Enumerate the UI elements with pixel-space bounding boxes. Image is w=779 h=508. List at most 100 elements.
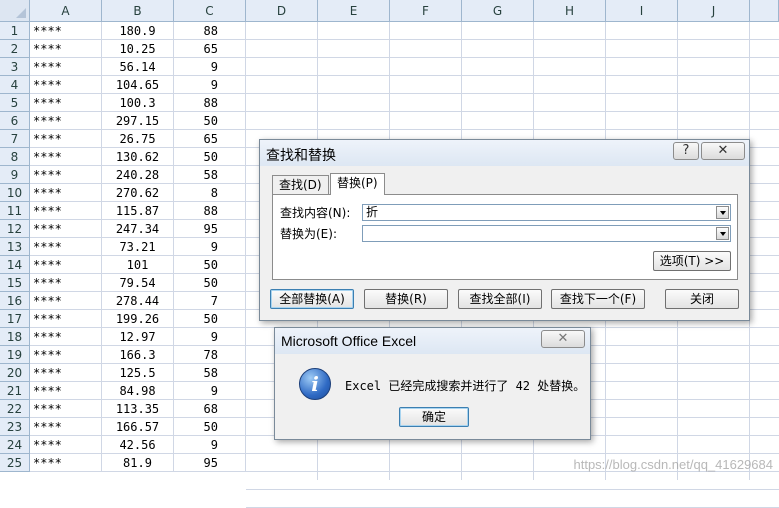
row-header[interactable]: 15 xyxy=(0,274,30,292)
cell-c[interactable]: 65 xyxy=(174,130,246,148)
cell-c[interactable]: 88 xyxy=(174,202,246,220)
row-header[interactable]: 21 xyxy=(0,382,30,400)
cell-a[interactable]: **** xyxy=(30,202,102,220)
cell-b[interactable]: 104.65 xyxy=(102,76,174,94)
cell-c[interactable]: 9 xyxy=(174,436,246,454)
cell-c[interactable]: 9 xyxy=(174,238,246,256)
column-header[interactable]: B xyxy=(102,0,174,22)
column-header[interactable]: H xyxy=(534,0,606,22)
cell-b[interactable]: 42.56 xyxy=(102,436,174,454)
cell-b[interactable]: 166.3 xyxy=(102,346,174,364)
column-header[interactable]: C xyxy=(174,0,246,22)
tab-replace[interactable]: 替换(P) xyxy=(330,173,385,195)
cell-c[interactable]: 58 xyxy=(174,166,246,184)
help-button[interactable]: ? xyxy=(673,142,699,160)
cell-b[interactable]: 101 xyxy=(102,256,174,274)
options-button[interactable]: 选项(T) >> xyxy=(653,251,731,271)
close-button[interactable]: 关闭 xyxy=(665,289,739,309)
row-header[interactable]: 13 xyxy=(0,238,30,256)
cell-b[interactable]: 199.26 xyxy=(102,310,174,328)
cell-b[interactable]: 166.57 xyxy=(102,418,174,436)
cell-a[interactable]: **** xyxy=(30,364,102,382)
find-replace-titlebar[interactable]: 查找和替换 ? ✕ xyxy=(260,140,749,166)
cell-a[interactable]: **** xyxy=(30,310,102,328)
find-dropdown-arrow-icon[interactable] xyxy=(716,206,729,219)
close-window-button[interactable]: ✕ xyxy=(701,142,745,160)
cell-b[interactable]: 240.28 xyxy=(102,166,174,184)
message-box-titlebar[interactable]: Microsoft Office Excel ✕ xyxy=(275,328,590,354)
row-header[interactable]: 17 xyxy=(0,310,30,328)
cell-a[interactable]: **** xyxy=(30,256,102,274)
cell-b[interactable]: 81.9 xyxy=(102,454,174,472)
cell-a[interactable]: **** xyxy=(30,400,102,418)
cell-a[interactable]: **** xyxy=(30,148,102,166)
find-next-button[interactable]: 查找下一个(F) xyxy=(551,289,645,309)
cell-b[interactable]: 100.3 xyxy=(102,94,174,112)
column-header[interactable]: J xyxy=(678,0,750,22)
row-header[interactable]: 16 xyxy=(0,292,30,310)
cell-c[interactable]: 65 xyxy=(174,40,246,58)
message-close-button[interactable]: ✕ xyxy=(541,330,585,348)
select-all-corner[interactable] xyxy=(0,0,30,22)
row-header[interactable]: 11 xyxy=(0,202,30,220)
replace-all-button[interactable]: 全部替换(A) xyxy=(270,289,354,309)
cell-b[interactable]: 247.34 xyxy=(102,220,174,238)
row-header[interactable]: 12 xyxy=(0,220,30,238)
cell-c[interactable]: 95 xyxy=(174,220,246,238)
cell-c[interactable]: 9 xyxy=(174,382,246,400)
cell-c[interactable]: 78 xyxy=(174,346,246,364)
row-header[interactable]: 9 xyxy=(0,166,30,184)
cell-b[interactable]: 84.98 xyxy=(102,382,174,400)
cell-b[interactable]: 125.5 xyxy=(102,364,174,382)
cell-b[interactable]: 270.62 xyxy=(102,184,174,202)
find-what-combo[interactable]: 折 xyxy=(362,204,731,221)
row-header[interactable]: 25 xyxy=(0,454,30,472)
cell-a[interactable]: **** xyxy=(30,220,102,238)
cell-b[interactable]: 130.62 xyxy=(102,148,174,166)
cell-b[interactable]: 180.9 xyxy=(102,22,174,40)
cell-c[interactable]: 9 xyxy=(174,328,246,346)
cell-a[interactable]: **** xyxy=(30,274,102,292)
column-header[interactable]: F xyxy=(390,0,462,22)
column-header[interactable]: A xyxy=(30,0,102,22)
cell-b[interactable]: 113.35 xyxy=(102,400,174,418)
cell-b[interactable]: 56.14 xyxy=(102,58,174,76)
row-header[interactable]: 1 xyxy=(0,22,30,40)
row-header[interactable]: 7 xyxy=(0,130,30,148)
find-all-button[interactable]: 查找全部(I) xyxy=(458,289,542,309)
cell-b[interactable]: 115.87 xyxy=(102,202,174,220)
cell-c[interactable]: 68 xyxy=(174,400,246,418)
cell-c[interactable]: 7 xyxy=(174,292,246,310)
cell-a[interactable]: **** xyxy=(30,454,102,472)
replace-dropdown-arrow-icon[interactable] xyxy=(716,227,729,240)
cell-c[interactable]: 9 xyxy=(174,76,246,94)
cell-b[interactable]: 79.54 xyxy=(102,274,174,292)
cell-a[interactable]: **** xyxy=(30,328,102,346)
cell-a[interactable]: **** xyxy=(30,436,102,454)
cell-a[interactable]: **** xyxy=(30,112,102,130)
cell-c[interactable]: 58 xyxy=(174,364,246,382)
column-header[interactable]: E xyxy=(318,0,390,22)
cell-b[interactable]: 10.25 xyxy=(102,40,174,58)
cell-c[interactable]: 50 xyxy=(174,418,246,436)
cell-c[interactable]: 88 xyxy=(174,94,246,112)
replace-with-combo[interactable] xyxy=(362,225,731,242)
cell-a[interactable]: **** xyxy=(30,76,102,94)
cell-a[interactable]: **** xyxy=(30,130,102,148)
row-header[interactable]: 10 xyxy=(0,184,30,202)
cell-c[interactable]: 50 xyxy=(174,148,246,166)
cell-a[interactable]: **** xyxy=(30,94,102,112)
cell-b[interactable]: 278.44 xyxy=(102,292,174,310)
row-header[interactable]: 4 xyxy=(0,76,30,94)
row-header[interactable]: 24 xyxy=(0,436,30,454)
cell-a[interactable]: **** xyxy=(30,184,102,202)
cell-c[interactable]: 50 xyxy=(174,310,246,328)
row-header[interactable]: 3 xyxy=(0,58,30,76)
column-header[interactable]: I xyxy=(606,0,678,22)
row-header[interactable]: 2 xyxy=(0,40,30,58)
replace-button[interactable]: 替换(R) xyxy=(364,289,448,309)
cell-c[interactable]: 8 xyxy=(174,184,246,202)
cell-a[interactable]: **** xyxy=(30,346,102,364)
cell-c[interactable]: 50 xyxy=(174,274,246,292)
row-header[interactable]: 22 xyxy=(0,400,30,418)
